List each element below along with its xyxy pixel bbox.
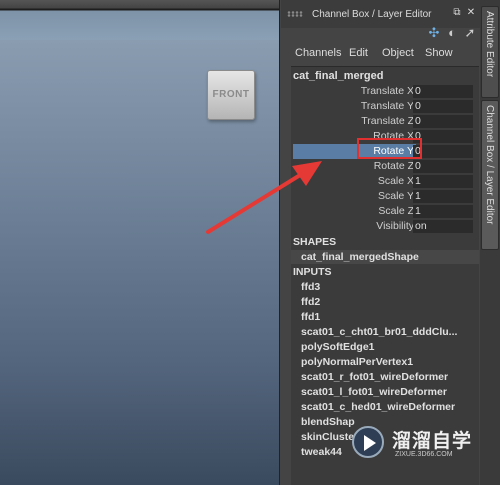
red-highlight-box bbox=[357, 138, 422, 159]
attr-value[interactable]: 1 bbox=[413, 175, 473, 188]
attr-translate-x[interactable]: Translate X 0 bbox=[291, 84, 479, 99]
attr-label: Visibility bbox=[376, 220, 414, 232]
object-name[interactable]: cat_final_merged bbox=[293, 70, 383, 82]
tab-label: Channel Box / Layer Editor bbox=[484, 105, 495, 225]
menu-object[interactable]: Object bbox=[382, 47, 414, 59]
shape-name: cat_final_mergedShape bbox=[301, 251, 419, 263]
input-item[interactable]: polySoftEdge1 bbox=[301, 341, 375, 353]
input-item[interactable]: scat01_l_fot01_wireDeformer bbox=[301, 386, 447, 398]
attr-rotate-z[interactable]: Rotate Z 0 bbox=[291, 159, 479, 174]
attr-scale-y[interactable]: Scale Y 1 bbox=[291, 189, 479, 204]
menu-channels[interactable]: Channels bbox=[295, 47, 341, 59]
shapes-header: SHAPES bbox=[293, 236, 337, 248]
attr-label: Scale Z bbox=[378, 205, 414, 217]
attr-value[interactable]: 1 bbox=[413, 190, 473, 203]
input-item[interactable]: ffd3 bbox=[301, 281, 320, 293]
attr-value[interactable]: 0 bbox=[413, 85, 473, 98]
attr-value[interactable]: 0 bbox=[413, 145, 473, 158]
tab-channel-box[interactable]: Channel Box / Layer Editor bbox=[481, 100, 499, 250]
watermark: 溜溜自学 ZIXUE.3D66.COM bbox=[340, 418, 475, 468]
viewcube-label: FRONT bbox=[212, 89, 250, 100]
input-item[interactable]: ffd1 bbox=[301, 311, 320, 323]
channel-box-panel: Channel Box / Layer Editor ⧉ ✕ ✣ ◐ ➚ Cha… bbox=[281, 0, 480, 485]
channel-menubar: Channels Edit Object Show bbox=[281, 44, 480, 64]
attr-visibility[interactable]: Visibility on bbox=[291, 219, 479, 234]
input-item[interactable]: scat01_c_cht01_br01_dddClu... bbox=[301, 326, 457, 338]
play-icon bbox=[364, 435, 376, 451]
float-window-icon[interactable]: ⧉ bbox=[452, 8, 462, 18]
attr-label: Translate Z bbox=[361, 115, 414, 127]
attr-label: Scale X bbox=[377, 175, 414, 187]
attr-label: Translate Y bbox=[360, 100, 414, 112]
panel-icon-row: ✣ ◐ ➚ bbox=[281, 22, 480, 44]
input-item[interactable]: tweak44 bbox=[301, 446, 342, 458]
menu-edit[interactable]: Edit bbox=[349, 47, 368, 59]
attr-translate-y[interactable]: Translate Y 0 bbox=[291, 99, 479, 114]
input-item[interactable]: scat01_r_fot01_wireDeformer bbox=[301, 371, 448, 383]
axis-icon[interactable]: ✣ bbox=[427, 26, 441, 40]
input-item[interactable]: ffd2 bbox=[301, 296, 320, 308]
attr-label: Rotate Z bbox=[373, 160, 414, 172]
attr-translate-z[interactable]: Translate Z 0 bbox=[291, 114, 479, 129]
attr-value[interactable]: 0 bbox=[413, 160, 473, 173]
grip-icon[interactable] bbox=[287, 11, 303, 17]
attr-scale-z[interactable]: Scale Z 1 bbox=[291, 204, 479, 219]
attr-scale-x[interactable]: Scale X 1 bbox=[291, 174, 479, 189]
viewport-panel[interactable]: FRONT bbox=[0, 0, 280, 485]
pin-arrow-icon[interactable]: ➚ bbox=[463, 26, 477, 40]
shape-item[interactable]: cat_final_mergedShape bbox=[291, 250, 479, 264]
attr-value[interactable]: 0 bbox=[413, 100, 473, 113]
viewport-top-strip bbox=[0, 0, 279, 40]
attr-label: Scale Y bbox=[378, 190, 414, 202]
attr-value[interactable]: on bbox=[413, 220, 473, 233]
attr-label: Translate X bbox=[360, 85, 414, 97]
input-item[interactable]: polyNormalPerVertex1 bbox=[301, 356, 413, 368]
side-tab-strip: Attribute Editor Channel Box / Layer Edi… bbox=[480, 0, 500, 485]
input-item[interactable]: scat01_c_hed01_wireDeformer bbox=[301, 401, 455, 413]
tab-label: Attribute Editor bbox=[484, 11, 495, 78]
panel-title: Channel Box / Layer Editor bbox=[312, 9, 432, 20]
watermark-url: ZIXUE.3D66.COM bbox=[395, 451, 453, 458]
attr-value[interactable]: 0 bbox=[413, 130, 473, 143]
close-icon[interactable]: ✕ bbox=[466, 8, 476, 18]
attr-value[interactable]: 1 bbox=[413, 205, 473, 218]
watermark-brand: 溜溜自学 bbox=[392, 431, 473, 452]
inputs-header: INPUTS bbox=[293, 266, 332, 278]
menu-show[interactable]: Show bbox=[425, 47, 453, 59]
viewcube[interactable]: FRONT bbox=[207, 70, 255, 120]
attr-value[interactable]: 0 bbox=[413, 115, 473, 128]
sphere-icon[interactable]: ◐ bbox=[445, 26, 459, 40]
tab-attribute-editor[interactable]: Attribute Editor bbox=[481, 6, 499, 98]
